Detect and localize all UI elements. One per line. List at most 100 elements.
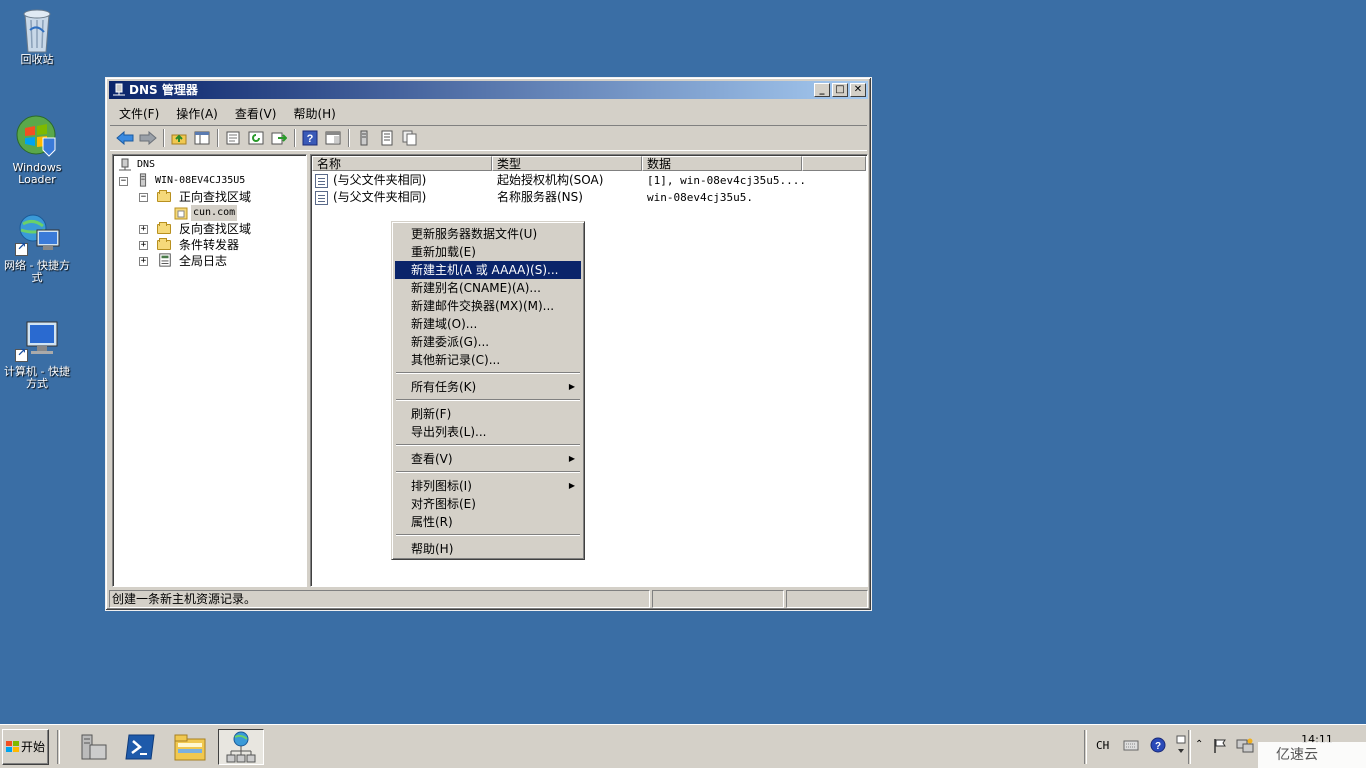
start-button[interactable]: 开始 [2,729,49,765]
taskbar-divider [1188,730,1191,764]
menu-action[interactable]: 操作(A) [167,102,226,122]
back-button[interactable] [114,128,136,148]
toolbar-separator [217,129,219,147]
record-list-button[interactable] [376,128,398,148]
expand-toggle[interactable]: + [139,241,148,250]
title-bar[interactable]: DNS 管理器 _ □ ✕ [109,81,868,99]
show-hidden-icons-chevron-icon[interactable]: ⌃ [1195,739,1203,750]
help-icon[interactable]: ? [1150,737,1166,756]
column-header-data[interactable]: 数据 [642,156,802,171]
menu-all-tasks[interactable]: 所有任务(K) ▶ [395,378,581,396]
folder-up-icon [171,134,187,145]
menu-file[interactable]: 文件(F) [110,102,167,122]
column-header-type[interactable]: 类型 [492,156,642,171]
ime-options-icon[interactable] [1175,735,1187,760]
tree-node-reverse-zone[interactable]: + 反向查找区域 [139,221,299,237]
language-indicator[interactable]: CH [1096,739,1109,752]
tree-node-zone-cun-com[interactable]: cun.com [173,205,283,221]
menu-new-alias[interactable]: 新建别名(CNAME)(A)... [395,279,581,297]
properties-button[interactable] [222,128,244,148]
network-tray-icon[interactable] [1236,738,1254,757]
collapse-toggle[interactable]: − [119,177,128,186]
show-tree-button[interactable] [191,128,213,148]
desktop-icon-computer-shortcut[interactable]: 计算机 - 快捷方式 [1,318,73,390]
copy-icon [402,130,417,146]
expand-toggle[interactable]: + [139,257,148,266]
menu-item-label: 所有任务(K) [411,380,477,394]
menu-new-domain[interactable]: 新建域(O)... [395,315,581,333]
console-tree-icon [194,131,210,145]
menu-export-list[interactable]: 导出列表(L)... [395,423,581,441]
column-header-name[interactable]: 名称 [312,156,492,171]
menu-line-up-icons[interactable]: 对齐图标(E) [395,495,581,513]
tree-node-forward-zone[interactable]: − 正向查找区域 [139,189,299,205]
menu-new-delegation[interactable]: 新建委派(G)... [395,333,581,351]
list-row[interactable]: (与父文件夹相同) 起始授权机构(SOA) [1], win-08ev4cj35… [315,172,865,189]
watermark: 亿速云 [1258,742,1366,768]
copy-records-button[interactable] [399,128,421,148]
menu-reload[interactable]: 重新加载(E) [395,243,581,261]
tree-node-label: WIN-08EV4CJ35U5 [155,175,246,186]
tree-node-global-logs[interactable]: + 全局日志 [139,253,299,269]
list-header: 名称 类型 数据 [312,156,866,171]
toolbar-separator [163,129,165,147]
menu-view[interactable]: 查看(V) [226,102,285,122]
forward-button[interactable] [137,128,159,148]
console-tree[interactable]: DNS − WIN-08EV4CJ35U5 − 正向查找区域 cun.com +… [112,154,307,587]
windows-loader-icon [15,114,59,158]
server-button[interactable] [353,128,375,148]
collapse-toggle[interactable]: − [139,193,148,202]
desktop-icon-windows-loader[interactable]: Windows Loader [1,114,73,186]
show-action-pane-button[interactable] [322,128,344,148]
menu-help[interactable]: 帮助(H) [284,102,343,122]
toolbar: ? [110,125,867,151]
submenu-arrow-icon: ▶ [568,382,575,391]
folder-icon [157,190,171,202]
tree-node-label: 全局日志 [179,254,228,268]
taskbar-powershell[interactable] [120,729,160,765]
powershell-icon [125,734,155,760]
menu-separator [395,531,581,540]
record-icon [381,130,393,146]
tree-node-label: cun.com [191,205,238,221]
keyboard-icon[interactable] [1123,738,1139,755]
desktop-icon-network-shortcut[interactable]: 网络 - 快捷方式 [1,212,73,284]
tree-node-label: 条件转发器 [179,238,240,252]
menu-view[interactable]: 查看(V) ▶ [395,450,581,468]
window-title: DNS 管理器 [129,83,198,97]
minimize-button[interactable]: _ [814,83,830,97]
desktop-icon-recycle-bin[interactable]: 回收站 [1,6,73,66]
taskbar-server-manager[interactable] [72,729,112,765]
menu-new-host[interactable]: 新建主机(A 或 AAAA)(S)... [395,261,581,279]
help-button[interactable]: ? [299,128,321,148]
close-button[interactable]: ✕ [850,83,866,97]
menu-other-new-records[interactable]: 其他新记录(C)... [395,351,581,369]
status-bar: 创建一条新主机资源记录。 [109,590,868,609]
menu-separator [395,396,581,405]
row-data: [1], win-08ev4cj35u5.... [647,174,806,187]
menu-properties[interactable]: 属性(R) [395,513,581,531]
menu-arrange-icons[interactable]: 排列图标(I) ▶ [395,477,581,495]
menu-separator [395,441,581,450]
export-list-button[interactable] [268,128,290,148]
expand-toggle[interactable]: + [139,225,148,234]
menu-help[interactable]: 帮助(H) [395,540,581,558]
help-icon: ? [302,130,318,146]
refresh-button[interactable] [245,128,267,148]
maximize-button[interactable]: □ [832,83,848,97]
taskbar-explorer[interactable] [170,729,210,765]
menu-new-mail-exchanger[interactable]: 新建邮件交换器(MX)(M)... [395,297,581,315]
svg-text:?: ? [307,133,314,145]
tree-node-server[interactable]: − WIN-08EV4CJ35U5 [119,173,299,189]
tree-node-conditional-forwarders[interactable]: + 条件转发器 [139,237,299,253]
action-center-flag-icon[interactable] [1212,738,1228,757]
menu-separator [395,468,581,477]
column-header-blank [802,156,866,171]
menu-refresh[interactable]: 刷新(F) [395,405,581,423]
list-row[interactable]: (与父文件夹相同) 名称服务器(NS) win-08ev4cj35u5. [315,189,865,206]
tree-node-dns-root[interactable]: DNS [117,157,297,173]
taskbar-dns-manager[interactable] [218,729,264,765]
start-label: 开始 [21,740,46,754]
menu-update-server-data[interactable]: 更新服务器数据文件(U) [395,225,581,243]
up-level-button[interactable] [168,128,190,148]
